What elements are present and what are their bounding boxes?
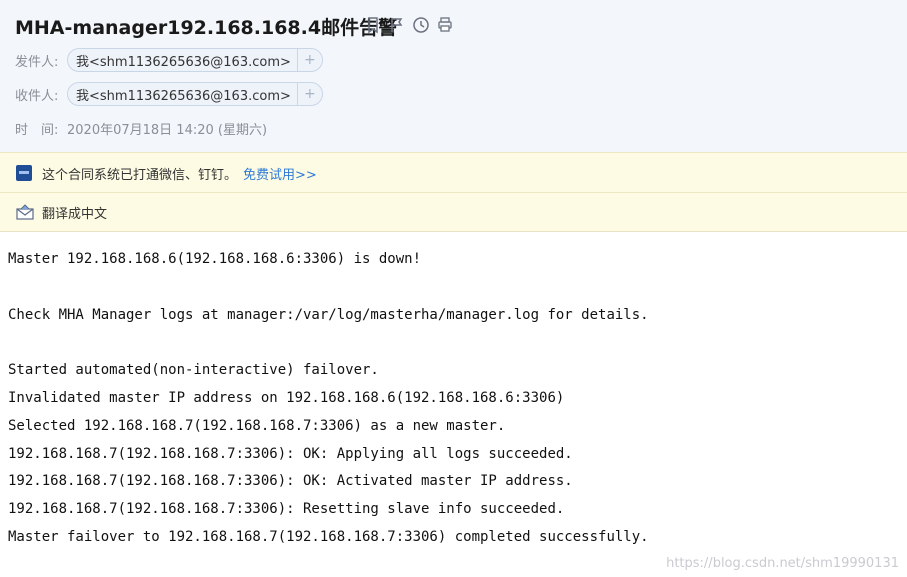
bookmark-icon[interactable] (364, 16, 382, 34)
time-row: 时 间: 2020年07月18日 14:20 (星期六) (15, 116, 267, 140)
flag-icon[interactable] (388, 16, 406, 34)
body-line: Check MHA Manager logs at manager:/var/l… (8, 306, 649, 323)
from-contact-pill[interactable]: 我<shm1136265636@163.com> + (67, 48, 323, 72)
watermark: https://blog.csdn.net/shm19990131 (666, 556, 899, 571)
to-label: 收件人: (15, 88, 59, 104)
add-contact-button[interactable]: + (296, 83, 322, 105)
mail-subject: MHA-manager192.168.168.4邮件告警 (15, 17, 398, 39)
translate-bar[interactable]: 翻译成中文 (0, 192, 907, 232)
from-label: 发件人: (15, 54, 59, 70)
free-trial-link[interactable]: 免费试用>> (243, 164, 317, 183)
mail-header: MHA-manager192.168.168.4邮件告警 发件人: 我<shm1… (0, 0, 907, 152)
promo-banner: 这个合同系统已打通微信、钉钉。 免费试用>> (0, 152, 907, 193)
contract-app-icon (16, 165, 32, 181)
clock-icon[interactable] (412, 16, 430, 34)
body-line: Master failover to 192.168.168.7(192.168… (8, 528, 649, 545)
from-contact[interactable]: 我<shm1136265636@163.com> (68, 51, 297, 70)
translate-label[interactable]: 翻译成中文 (42, 203, 107, 222)
print-icon[interactable] (436, 16, 454, 34)
to-contact-pill[interactable]: 我<shm1136265636@163.com> + (67, 82, 323, 106)
body-line: 192.168.168.7(192.168.168.7:3306): OK: A… (8, 445, 573, 462)
body-line (8, 274, 649, 302)
body-line: Invalidated master IP address on 192.168… (8, 389, 565, 406)
banner-text: 这个合同系统已打通微信、钉钉。 (42, 167, 238, 183)
from-row: 发件人: 我<shm1136265636@163.com> + (15, 48, 323, 72)
body-line: 192.168.168.7(192.168.168.7:3306): OK: A… (8, 473, 573, 490)
translate-envelope-icon (16, 204, 34, 220)
body-line (8, 329, 649, 357)
body-line: Master 192.168.168.6(192.168.168.6:3306)… (8, 251, 422, 267)
subject-actions (364, 16, 454, 34)
body-line: Started automated(non-interactive) failo… (8, 362, 379, 379)
body-line: 192.168.168.7(192.168.168.7:3306): Reset… (8, 501, 565, 518)
to-contact[interactable]: 我<shm1136265636@163.com> (68, 85, 297, 104)
mail-body: Master 192.168.168.6(192.168.168.6:3306)… (8, 246, 649, 552)
time-label: 时 间: (15, 122, 59, 138)
body-line: Selected 192.168.168.7(192.168.168.7:330… (8, 417, 506, 434)
time-value: 2020年07月18日 14:20 (星期六) (67, 122, 268, 138)
to-row: 收件人: 我<shm1136265636@163.com> + (15, 82, 323, 106)
add-contact-button[interactable]: + (296, 49, 322, 71)
